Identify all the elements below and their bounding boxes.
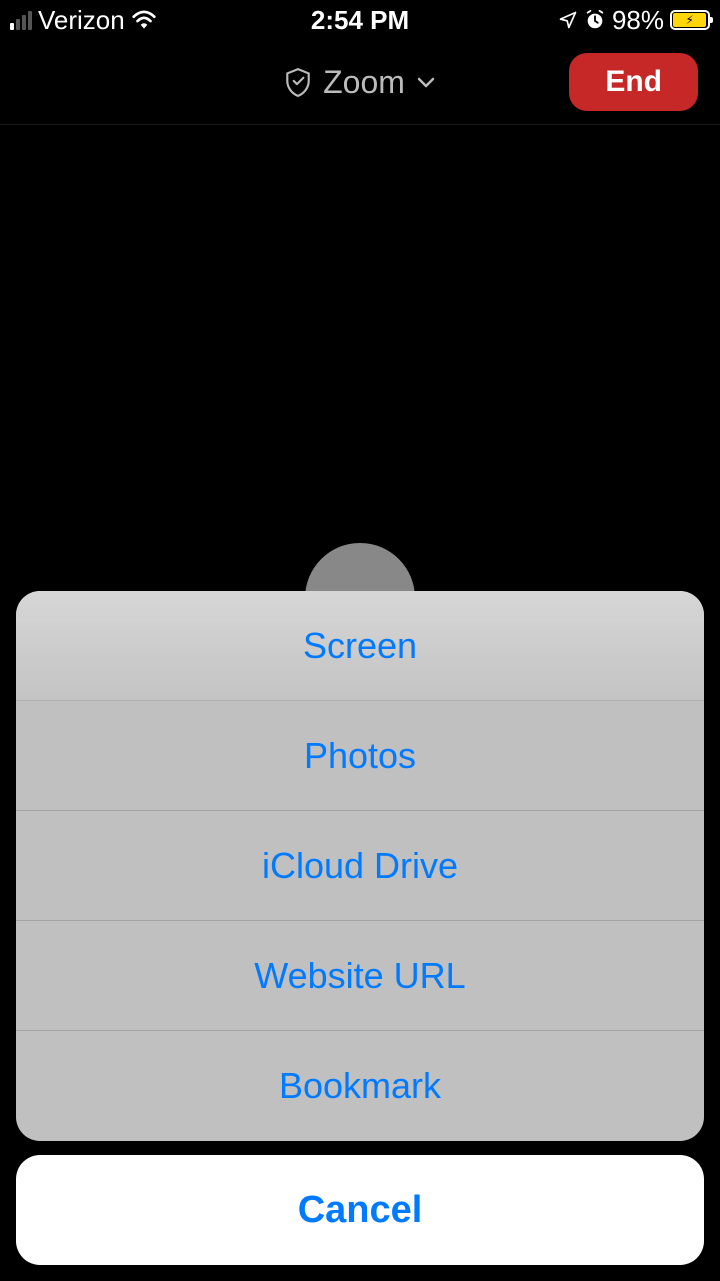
share-option-photos[interactable]: Photos — [16, 701, 704, 811]
alarm-icon — [584, 9, 606, 31]
status-time: 2:54 PM — [311, 5, 409, 36]
end-button[interactable]: End — [569, 53, 698, 111]
wifi-icon — [131, 10, 157, 30]
status-left: Verizon — [10, 5, 157, 36]
meeting-title-dropdown[interactable]: Zoom — [285, 64, 435, 101]
battery-percent: 98% — [612, 5, 664, 36]
status-right: 98% ⚡︎ — [558, 5, 710, 36]
shield-icon — [285, 67, 311, 97]
action-sheet-cancel-group: Cancel — [16, 1155, 704, 1265]
share-option-screen[interactable]: Screen — [16, 591, 704, 701]
action-sheet-options: Screen Photos iCloud Drive Website URL B… — [16, 591, 704, 1141]
chevron-down-icon — [417, 76, 435, 88]
cancel-button[interactable]: Cancel — [16, 1155, 704, 1265]
signal-icon — [10, 10, 32, 30]
share-option-bookmark[interactable]: Bookmark — [16, 1031, 704, 1141]
share-option-icloud-drive[interactable]: iCloud Drive — [16, 811, 704, 921]
location-icon — [558, 10, 578, 30]
nav-bar: Zoom End — [0, 40, 720, 125]
status-bar: Verizon 2:54 PM 98% ⚡︎ — [0, 0, 720, 40]
share-option-website-url[interactable]: Website URL — [16, 921, 704, 1031]
action-sheet: Screen Photos iCloud Drive Website URL B… — [16, 591, 704, 1265]
nav-title: Zoom — [323, 64, 405, 101]
battery-icon: ⚡︎ — [670, 10, 710, 30]
carrier-label: Verizon — [38, 5, 125, 36]
